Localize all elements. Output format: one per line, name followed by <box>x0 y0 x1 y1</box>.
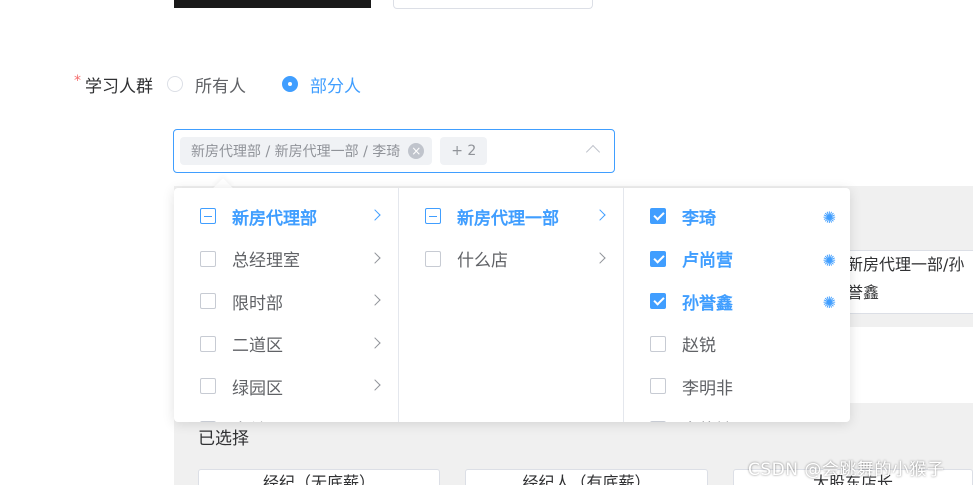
chevron-right-icon <box>369 336 381 349</box>
radio-partial-circle[interactable] <box>282 76 298 92</box>
chevron-right-icon <box>594 251 606 264</box>
required-mark: * <box>74 73 81 89</box>
cascader-option-label: 李琦 <box>682 208 716 229</box>
radio-partial[interactable]: 部分人 <box>282 72 361 97</box>
watermark: CSDN @会跳舞的小猴子 <box>748 460 945 480</box>
checkbox[interactable] <box>650 420 666 422</box>
radio-all[interactable]: 所有人 <box>167 72 246 97</box>
chevron-right-icon <box>369 209 381 221</box>
more-tags-count: + 2 <box>440 137 488 165</box>
cascader-option-label: 限时部 <box>232 293 283 314</box>
checkbox[interactable] <box>200 208 216 225</box>
checkbox[interactable] <box>200 420 216 422</box>
top-input-box[interactable] <box>393 0 593 9</box>
selected-item-line1: 新房代理一部/孙 <box>847 255 965 274</box>
checkbox[interactable] <box>650 335 666 352</box>
checkbox[interactable] <box>425 250 441 267</box>
cascader-option[interactable]: 什么店 <box>399 238 623 281</box>
chevron-right-icon <box>594 209 606 221</box>
checkbox[interactable] <box>200 250 216 267</box>
role-button-1[interactable]: 经纪（无底薪） <box>198 469 440 485</box>
cascader-option-label: 绿园区 <box>232 378 283 399</box>
cascader-option-label: 新房代理一部 <box>457 208 559 229</box>
radio-all-circle[interactable] <box>167 76 183 92</box>
cascader-option[interactable]: 新房代理部 <box>174 195 398 238</box>
checkbox[interactable] <box>650 250 666 267</box>
checkbox[interactable] <box>650 378 666 395</box>
cascader-option-label: 总经理室 <box>232 251 300 272</box>
loading-icon: ✺ <box>822 293 836 312</box>
chevron-right-icon <box>369 251 381 264</box>
chevron-right-icon <box>369 294 381 306</box>
cascader-option[interactable]: 孙誉鑫 ✺ <box>624 280 850 323</box>
loading-icon: ✺ <box>822 250 836 270</box>
selected-item-box: 新房代理一部/孙 誉鑫 <box>846 250 973 314</box>
cascader-option-label: 新房代理部 <box>232 208 317 229</box>
radio-all-label: 所有人 <box>195 76 246 97</box>
cascader-option-label: 孙誉鑫 <box>682 293 733 314</box>
top-dark-block <box>174 0 371 8</box>
cascader-option-label: 李明非 <box>682 378 733 399</box>
checkbox[interactable] <box>200 335 216 352</box>
cascader-menu-level1: 新房代理部总经理室限时部二道区绿园区南关区 <box>174 188 399 422</box>
cascader-option-label: 卢尚营 <box>682 251 733 272</box>
cascader-option[interactable]: 南关区 <box>174 408 398 422</box>
cascader-option-label: 什么店 <box>457 251 508 272</box>
cascader-option[interactable]: 绿园区 <box>174 365 398 408</box>
selected-label: 已选择 <box>198 429 249 449</box>
cascader-option[interactable]: 卢尚营 ✺ <box>624 238 850 281</box>
checkbox[interactable] <box>200 378 216 395</box>
cascader-option-label: 赵锐 <box>682 336 716 357</box>
checkbox[interactable] <box>200 293 216 310</box>
cascader-menu-level2: 新房代理一部 什么店 <box>399 188 624 422</box>
cascader-option[interactable]: 白艳敏 <box>624 408 850 422</box>
checkbox[interactable] <box>650 293 666 310</box>
selected-tag-label: 新房代理部 / 新房代理一部 / 李琦 <box>191 144 401 160</box>
cascader-menu-level3: 李琦 ✺ 卢尚营 ✺ 孙誉鑫 ✺ 赵锐李明非白艳敏 <box>624 188 850 422</box>
page: * 学习人群 所有人 部分人 新房代理一部/孙 誉鑫 已选择 经纪（无底薪） 经… <box>0 0 973 485</box>
checkbox[interactable] <box>650 208 666 225</box>
tag-close-icon[interactable]: × <box>408 143 425 159</box>
learning-group-row: * 学习人群 所有人 部分人 <box>74 70 397 98</box>
checkbox[interactable] <box>425 208 441 225</box>
cascader-option-label: 二道区 <box>232 336 283 357</box>
cascader-option[interactable]: 新房代理一部 <box>399 195 623 238</box>
selected-tag: 新房代理部 / 新房代理一部 / 李琦 × <box>180 137 433 165</box>
cascader-option[interactable]: 李明非 <box>624 365 850 408</box>
chevron-up-icon[interactable] <box>585 144 601 160</box>
loading-icon: ✺ <box>822 208 836 227</box>
selected-item-line2: 誉鑫 <box>847 283 880 302</box>
cascader-option[interactable]: 总经理室 <box>174 238 398 281</box>
cascader-option[interactable]: 赵锐 <box>624 323 850 366</box>
role-button-2[interactable]: 经纪人（有底薪） <box>465 469 708 485</box>
learning-group-label: 学习人群 <box>85 76 153 97</box>
cascader-option[interactable]: 李琦 ✺ <box>624 195 850 238</box>
panel-white-area <box>846 327 973 403</box>
radio-partial-label: 部分人 <box>310 76 361 97</box>
cascader-option-label: 白艳敏 <box>682 416 733 422</box>
cascader-dropdown: 新房代理部总经理室限时部二道区绿园区南关区 新房代理一部什么店 李琦✺卢尚营✺孙… <box>174 188 850 422</box>
chevron-right-icon <box>369 379 381 391</box>
cascader-option[interactable]: 限时部 <box>174 280 398 323</box>
cascader-option[interactable]: 二道区 <box>174 323 398 366</box>
cascader-input[interactable]: 新房代理部 / 新房代理一部 / 李琦 × + 2 <box>173 129 615 173</box>
cascader-option-label: 南关区 <box>232 416 283 422</box>
